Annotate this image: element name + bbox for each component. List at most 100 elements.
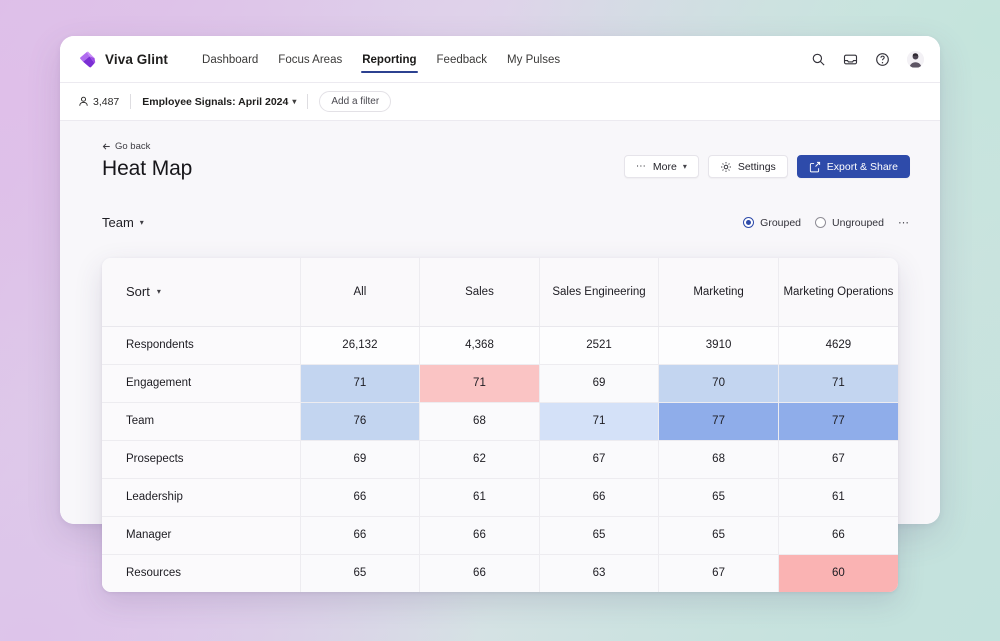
heat-map-cell[interactable]: 67 <box>778 440 898 478</box>
more-button-label: More <box>653 161 677 173</box>
heat-map-cell[interactable]: 66 <box>778 516 898 554</box>
column-header-sales-engineering[interactable]: Sales Engineering <box>539 258 659 326</box>
heat-map-cell[interactable]: 69 <box>539 364 659 402</box>
heat-map-cell[interactable]: 2521 <box>539 326 659 364</box>
heat-map-cell[interactable]: 61 <box>778 478 898 516</box>
gear-icon <box>720 161 732 173</box>
nav-label: Focus Areas <box>278 54 342 66</box>
table-row: Prosepects6962676867 <box>102 440 898 478</box>
radio-indicator <box>743 217 754 228</box>
heat-map-cell[interactable]: 65 <box>659 478 779 516</box>
settings-button[interactable]: Settings <box>708 155 788 178</box>
dimension-selector-label: Team <box>102 215 134 230</box>
heat-map-cell[interactable]: 68 <box>659 440 779 478</box>
column-header-all[interactable]: All <box>300 258 420 326</box>
chevron-down-icon: ▾ <box>157 287 161 297</box>
heat-map-cell[interactable]: 70 <box>659 364 779 402</box>
heat-map-cell[interactable]: 66 <box>420 554 540 592</box>
go-back-link[interactable]: Go back <box>102 141 150 152</box>
row-label: Prosepects <box>102 440 300 478</box>
heat-map-cell[interactable]: 3910 <box>659 326 779 364</box>
column-header-marketing[interactable]: Marketing <box>659 258 779 326</box>
top-navigation-bar: Viva Glint Dashboard Focus Areas Reporti… <box>60 36 940 83</box>
dimension-selector[interactable]: Team ▾ <box>102 215 144 230</box>
chevron-down-icon: ▾ <box>140 218 144 227</box>
heat-map-cell[interactable]: 66 <box>300 516 420 554</box>
heat-map-table: Sort ▾ All Sales Sales Engineering Marke… <box>102 258 898 592</box>
ellipsis-icon: ⋯ <box>636 162 647 172</box>
filter-bar: 3,487 Employee Signals: April 2024 ▾ Add… <box>60 83 940 121</box>
heat-map-cell[interactable]: 65 <box>300 554 420 592</box>
heat-map-cell[interactable]: 26,132 <box>300 326 420 364</box>
grouping-overflow-menu[interactable]: ⋯ <box>898 216 910 229</box>
person-icon <box>78 96 89 107</box>
sort-header[interactable]: Sort ▾ <box>102 258 300 326</box>
heat-map-cell[interactable]: 71 <box>300 364 420 402</box>
primary-nav-items: Dashboard Focus Areas Reporting Feedback… <box>194 40 568 79</box>
grouping-row: Team ▾ Grouped Ungrouped ⋯ <box>102 215 910 230</box>
heat-map-cell[interactable]: 76 <box>300 402 420 440</box>
nav-item-feedback[interactable]: Feedback <box>429 40 496 79</box>
chevron-down-icon: ▾ <box>683 162 687 171</box>
heat-map-cell[interactable]: 66 <box>420 516 540 554</box>
divider <box>130 94 131 109</box>
table-row: Manager6666656566 <box>102 516 898 554</box>
respondent-count-value: 3,487 <box>93 96 119 108</box>
sort-header-label: Sort <box>126 284 150 300</box>
heat-map-cell[interactable]: 69 <box>300 440 420 478</box>
brand-name: Viva Glint <box>105 52 168 67</box>
heat-map-cell[interactable]: 67 <box>539 440 659 478</box>
radio-indicator <box>815 217 826 228</box>
heat-map-cell[interactable]: 77 <box>659 402 779 440</box>
settings-button-label: Settings <box>738 161 776 173</box>
table-body: Respondents26,1324,368252139104629Engage… <box>102 326 898 592</box>
heat-map-cell[interactable]: 65 <box>539 516 659 554</box>
column-header-marketing-operations[interactable]: Marketing Operations <box>778 258 898 326</box>
more-button[interactable]: ⋯ More ▾ <box>624 155 699 178</box>
table-row: Respondents26,1324,368252139104629 <box>102 326 898 364</box>
heat-map-cell[interactable]: 77 <box>778 402 898 440</box>
radio-ungrouped[interactable]: Ungrouped <box>815 217 884 229</box>
nav-item-reporting[interactable]: Reporting <box>354 40 424 79</box>
heat-map-cell[interactable]: 65 <box>659 516 779 554</box>
heat-map-cell[interactable]: 71 <box>539 402 659 440</box>
grouping-options: Grouped Ungrouped ⋯ <box>743 216 910 229</box>
heat-map-cell[interactable]: 71 <box>778 364 898 402</box>
divider <box>307 94 308 109</box>
heat-map-cell[interactable]: 68 <box>420 402 540 440</box>
row-label: Engagement <box>102 364 300 402</box>
heat-map-cell[interactable]: 71 <box>420 364 540 402</box>
nav-item-focus-areas[interactable]: Focus Areas <box>270 40 350 79</box>
row-label: Manager <box>102 516 300 554</box>
nav-label: Reporting <box>362 54 416 66</box>
survey-selector[interactable]: Employee Signals: April 2024 ▾ <box>142 96 296 108</box>
help-circle-icon[interactable] <box>875 52 890 67</box>
inbox-icon[interactable] <box>843 52 858 67</box>
nav-label: Feedback <box>437 54 488 66</box>
add-filter-button[interactable]: Add a filter <box>319 91 391 112</box>
export-share-button[interactable]: Export & Share <box>797 155 910 178</box>
heat-map-cell[interactable]: 66 <box>539 478 659 516</box>
heat-map-cell[interactable]: 61 <box>420 478 540 516</box>
avatar[interactable] <box>907 51 924 68</box>
nav-item-dashboard[interactable]: Dashboard <box>194 40 266 79</box>
respondent-count: 3,487 <box>78 96 119 108</box>
radio-grouped[interactable]: Grouped <box>743 217 801 229</box>
table-row: Team7668717777 <box>102 402 898 440</box>
nav-label: Dashboard <box>202 54 258 66</box>
row-label: Leadership <box>102 478 300 516</box>
heat-map-cell[interactable]: 67 <box>659 554 779 592</box>
heat-map-cell[interactable]: 4629 <box>778 326 898 364</box>
heat-map-cell[interactable]: 62 <box>420 440 540 478</box>
radio-ungrouped-label: Ungrouped <box>832 217 884 229</box>
heat-map-cell[interactable]: 63 <box>539 554 659 592</box>
heat-map-cell[interactable]: 66 <box>300 478 420 516</box>
brand[interactable]: Viva Glint <box>78 50 168 69</box>
column-header-sales[interactable]: Sales <box>420 258 540 326</box>
arrow-left-icon <box>102 142 111 151</box>
nav-label: My Pulses <box>507 54 560 66</box>
heat-map-cell[interactable]: 60 <box>778 554 898 592</box>
heat-map-cell[interactable]: 4,368 <box>420 326 540 364</box>
nav-item-my-pulses[interactable]: My Pulses <box>499 40 568 79</box>
search-icon[interactable] <box>811 52 826 67</box>
